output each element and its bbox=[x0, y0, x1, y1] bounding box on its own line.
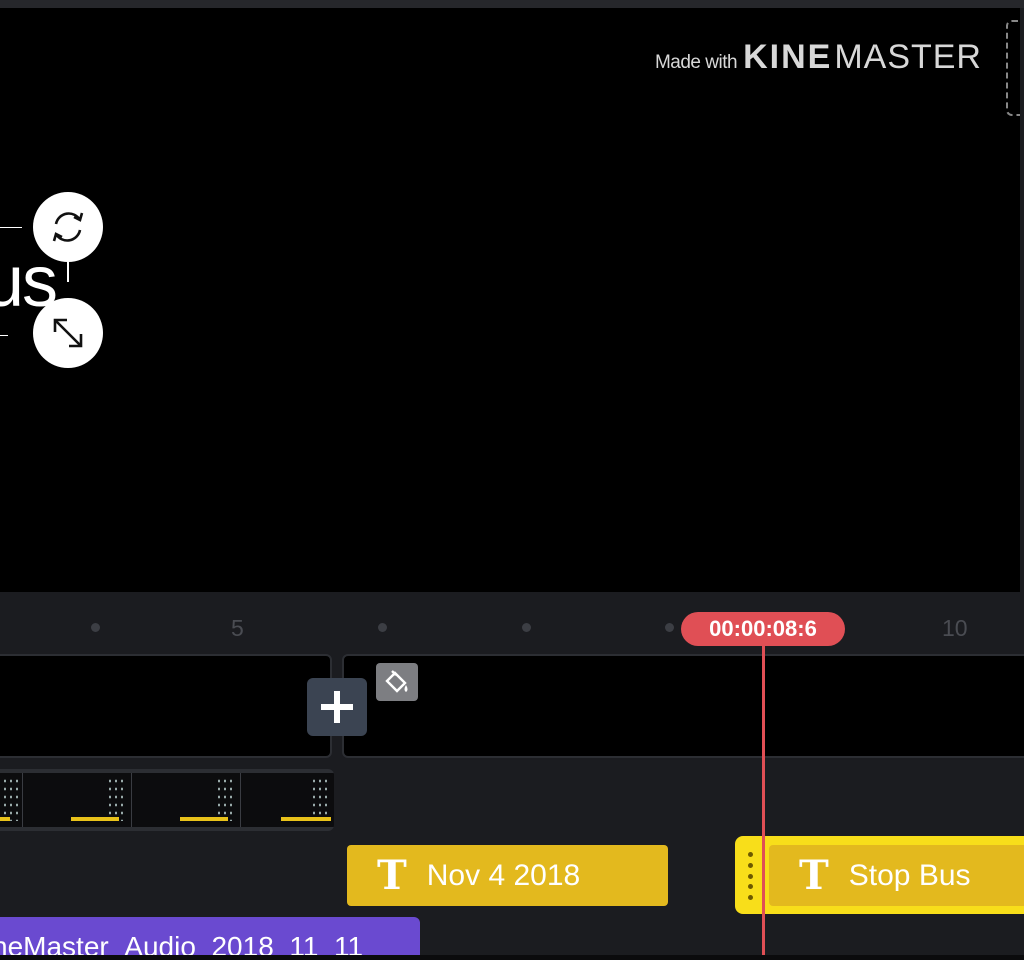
main-track-clip-left[interactable] bbox=[0, 654, 332, 758]
watermark-selection-handle[interactable] bbox=[1006, 20, 1020, 116]
rotate-handle[interactable] bbox=[33, 192, 103, 262]
title-clip-nov-4-2018[interactable]: T Nov 4 2018 bbox=[347, 845, 668, 906]
watermark-brand-light: MASTER bbox=[834, 38, 982, 76]
text-t-icon: T bbox=[799, 852, 829, 899]
text-t-icon: T bbox=[377, 852, 407, 899]
video-thumbnail-strip[interactable] bbox=[0, 769, 334, 831]
ruler-dot bbox=[522, 623, 531, 632]
selection-border-bottom bbox=[0, 335, 8, 336]
video-preview[interactable]: Made with KINE MASTER us bbox=[0, 8, 1020, 592]
video-thumbnail bbox=[132, 773, 241, 827]
add-media-button[interactable] bbox=[307, 678, 367, 736]
watermark-brand-bold: KINE bbox=[743, 38, 833, 76]
video-thumbnail bbox=[241, 773, 334, 827]
playhead-line[interactable] bbox=[762, 644, 765, 960]
audio-clip[interactable]: neMaster_Audio_2018_11_11 bbox=[0, 917, 420, 960]
title-clip-label: Stop Bus bbox=[848, 858, 971, 892]
video-thumbnail bbox=[0, 773, 23, 827]
video-thumbnail bbox=[23, 773, 132, 827]
trim-handle[interactable] bbox=[747, 852, 753, 900]
paint-bucket-icon bbox=[385, 670, 408, 693]
watermark-made-with: Made with bbox=[654, 52, 738, 73]
plus-icon bbox=[321, 691, 353, 723]
top-bar bbox=[0, 0, 1024, 8]
ruler-label-10: 10 bbox=[942, 615, 968, 641]
ruler-dot bbox=[378, 623, 387, 632]
bottom-edge bbox=[0, 955, 1024, 960]
timeline-ruler[interactable]: 5 10 00:00:08:6 bbox=[0, 596, 1024, 656]
ruler-dot bbox=[665, 623, 674, 632]
ruler-dot bbox=[91, 623, 100, 632]
title-clip-label: Nov 4 2018 bbox=[426, 858, 581, 892]
playhead-timecode[interactable]: 00:00:08:6 bbox=[681, 612, 845, 646]
kinemaster-watermark: Made with KINE MASTER bbox=[655, 38, 982, 77]
main-track-clip-right[interactable] bbox=[342, 654, 1024, 758]
title-clip-stop-bus[interactable]: T Stop Bus bbox=[769, 845, 1024, 906]
resize-icon bbox=[53, 318, 83, 348]
selection-border-top bbox=[0, 227, 22, 228]
rotate-icon bbox=[52, 212, 84, 242]
resize-handle[interactable] bbox=[33, 298, 103, 368]
background-fill-button[interactable] bbox=[376, 663, 418, 701]
ruler-label-5: 5 bbox=[231, 615, 244, 641]
